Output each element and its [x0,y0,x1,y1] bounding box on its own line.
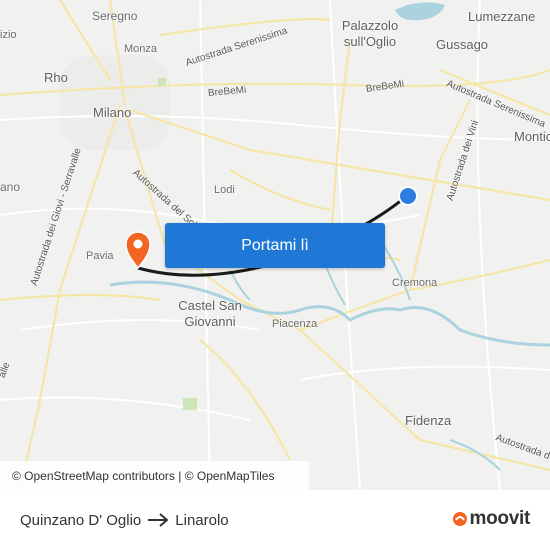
moovit-logo[interactable]: moovit [452,508,530,530]
destination-name: Linarolo [175,511,229,529]
portami-li-button[interactable]: Portami lì [165,223,385,268]
place-izio: izio [0,29,17,41]
place-montic: Montic [514,129,550,144]
destination-pin-icon [125,231,151,270]
place-castel-san-giovanni: Castel San Giovanni [178,298,242,329]
place-lodi: Lodi [214,184,235,196]
map-view[interactable]: Seregno Monza Rho Milano Lodi Pavia Cast… [0,0,550,490]
place-fidenza: Fidenza [405,413,452,428]
route-summary: Quinzano D' Oglio Linarolo [20,512,229,529]
origin-name: Quinzano D' Oglio [20,511,142,529]
brand-name: moovit [469,508,531,529]
place-piacenza: Piacenza [272,318,318,330]
arrow-right-icon [147,513,169,527]
place-monza: Monza [124,43,158,55]
place-gussago: Gussago [436,37,489,52]
place-seregno: Seregno [92,9,138,23]
moovit-pin-icon [452,511,468,527]
footer: Quinzano D' Oglio Linarolo moovit [0,490,550,550]
place-ano: ano [0,180,21,194]
place-rho: Rho [44,70,68,85]
place-milano: Milano [93,105,132,120]
map-attribution[interactable]: © OpenStreetMap contributors | © OpenMap… [0,461,309,490]
place-pavia: Pavia [86,250,114,262]
place-palazzolo: Palazzolo sull'Oglio [341,18,399,49]
place-cremona: Cremona [392,277,438,289]
place-lumezzane: Lumezzane [468,9,536,24]
